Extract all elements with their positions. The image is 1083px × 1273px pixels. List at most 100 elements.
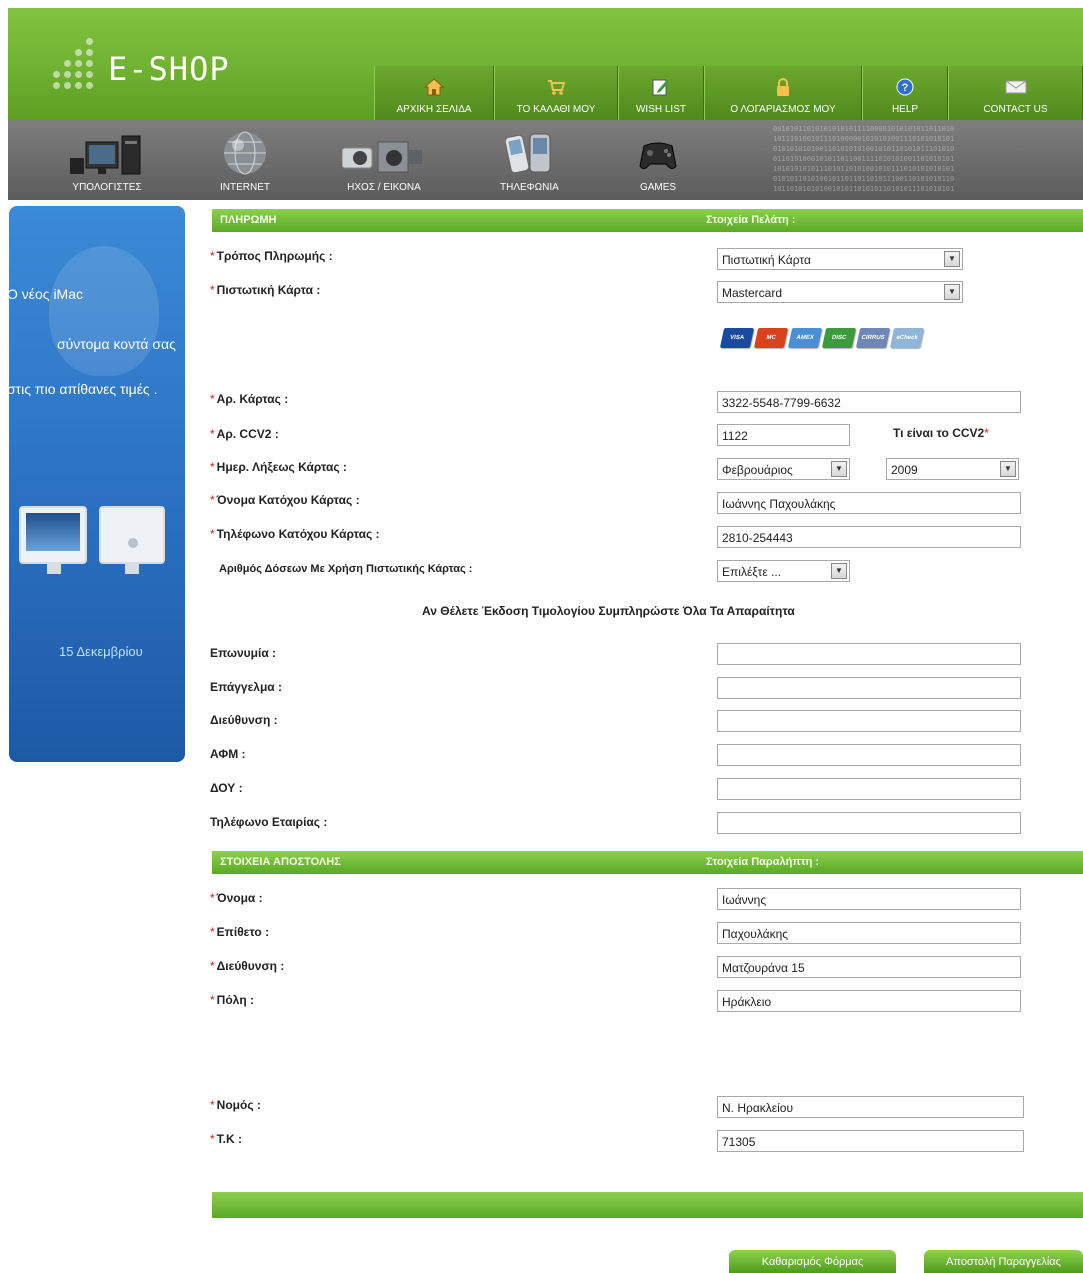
zip-label: * Τ.Κ :: [210, 1132, 243, 1146]
payment-section-header: ΠΛΗΡΩΜΗ Στοιχεία Πελάτη :: [212, 209, 1083, 232]
shipping-address-field[interactable]: Ματζουράνα 15: [717, 956, 1021, 978]
installments-label: Αριθμός Δόσεων Με Χρήση Πιστωτικής Κάρτα…: [219, 563, 473, 575]
nav-contact[interactable]: CONTACT US: [948, 66, 1083, 120]
banner-line3: στις πιο απίθανες τιμές .: [9, 381, 158, 397]
credit-card-select[interactable]: Mastercard ▼: [717, 281, 963, 303]
vat-field[interactable]: [717, 744, 1021, 766]
edit-icon: [650, 77, 672, 97]
category-audio-video[interactable]: ΗΧΟΣ / ΕΙΚΟΝΑ: [342, 132, 426, 193]
nav-help[interactable]: ? HELP: [862, 66, 948, 120]
holder-phone-field[interactable]: 2810-254443: [717, 526, 1021, 548]
expiry-year-value: 2009: [891, 463, 918, 477]
payment-method-select[interactable]: Πιστωτική Κάρτα ▼: [717, 248, 963, 270]
nav-account-label: Ο ΛΟΓΑΡΙΑΣΜΟΣ ΜΟΥ: [730, 104, 836, 115]
invoice-note: Αν Θέλετε Έκδοση Τιμολογίου Συμπληρώστε …: [422, 604, 795, 618]
imac-front-image: [19, 506, 87, 574]
category-computers[interactable]: ΥΠΟΛΟΓΙΣΤΕΣ: [70, 132, 144, 193]
shipping-subtitle: Στοιχεία Παραλήπτη :: [706, 856, 820, 868]
chevron-down-icon: ▼: [944, 251, 960, 267]
lock-icon: [772, 77, 794, 97]
chevron-down-icon: ▼: [1000, 461, 1016, 477]
visa-card-icon: VISA: [719, 328, 755, 348]
imac-back-image: [99, 506, 165, 574]
credit-card-label: * Πιστωτική Κάρτα :: [210, 283, 321, 297]
company-label: Επωνυμία :: [210, 646, 277, 660]
nav-cart[interactable]: ΤΟ ΚΑΛΑΘΙ ΜΟΥ: [494, 66, 618, 120]
category-computers-label: ΥΠΟΛΟΓΙΣΤΕΣ: [72, 182, 142, 193]
installments-select[interactable]: Επιλέξτε ... ▼: [717, 560, 850, 582]
submit-order-button[interactable]: Αποστολή Παραγγελίας: [924, 1250, 1083, 1273]
card-logos: VISA MC AMEX DISC CIRRUS eCheck: [719, 328, 925, 348]
nav-contact-label: CONTACT US: [983, 104, 1048, 115]
company-phone-label: Τηλέφωνο Εταιρίας :: [210, 815, 328, 829]
profession-field[interactable]: [717, 677, 1021, 699]
help-icon: ?: [894, 77, 916, 97]
company-phone-field[interactable]: [717, 812, 1021, 834]
nav-cart-label: ΤΟ ΚΑΛΑΘΙ ΜΟΥ: [516, 104, 596, 115]
promo-banner[interactable]: Ο νέος iMac σύντομα κοντά σας στις πιο α…: [9, 206, 185, 762]
payment-subtitle: Στοιχεία Πελάτη :: [706, 214, 796, 226]
footer-bar: [212, 1192, 1083, 1218]
banner-date: 15 Δεκεμβρίου: [59, 644, 143, 659]
category-games[interactable]: GAMES: [636, 132, 680, 193]
nav-wishlist[interactable]: WISH LIST: [618, 66, 704, 120]
city-label: * Πόλη :: [210, 993, 255, 1007]
nav-help-label: HELP: [891, 104, 919, 115]
category-audio-video-label: ΗΧΟΣ / ΕΙΚΟΝΑ: [347, 182, 421, 193]
expiry-month-value: Φεβρουάριος: [722, 463, 793, 477]
last-name-field[interactable]: Παχουλάκης: [717, 922, 1021, 944]
chevron-down-icon: ▼: [944, 284, 960, 300]
zip-field[interactable]: 71305: [717, 1130, 1024, 1152]
company-address-label: Διεύθυνση :: [210, 713, 278, 727]
first-name-field[interactable]: Ιωάννης: [717, 888, 1021, 910]
card-number-label: * Αρ. Κάρτας :: [210, 392, 289, 406]
echeck-card-icon: eCheck: [889, 328, 925, 348]
banner-line2: σύντομα κοντά σας: [57, 336, 176, 352]
holder-name-field[interactable]: Ιωάννης Παχουλάκης: [717, 492, 1021, 514]
profession-label: Επάγγελμα :: [210, 680, 282, 694]
clear-form-button[interactable]: Καθαρισμός Φόρμας: [729, 1250, 896, 1273]
installments-value: Επιλέξτε ...: [722, 565, 782, 579]
city-field[interactable]: Ηράκλειο: [717, 990, 1021, 1012]
payment-method-value: Πιστωτική Κάρτα: [722, 253, 811, 267]
first-name-label: * Όνομα :: [210, 891, 263, 905]
chevron-down-icon: ▼: [831, 461, 847, 477]
credit-card-value: Mastercard: [722, 286, 783, 300]
company-address-field[interactable]: [717, 710, 1021, 732]
apple-logo-icon: [49, 246, 159, 376]
binary-decoration: 0010101101010101010111100001010101011011…: [773, 125, 955, 193]
nav-home[interactable]: ΑΡΧΙΚΗ ΣΕΛΙΔΑ: [374, 66, 494, 120]
ccv-help-link[interactable]: Τι είναι το CCV2*: [893, 426, 991, 440]
shipping-address-label: * Διεύθυνση :: [210, 959, 285, 973]
company-field[interactable]: [717, 643, 1021, 665]
category-telephony[interactable]: ΤΗΛΕΦΩΝΙΑ: [500, 132, 559, 193]
cart-icon: [545, 77, 567, 97]
expiry-label: * Ημερ. Λήξεως Κάρτας :: [210, 460, 347, 474]
home-icon: [423, 77, 445, 97]
globe-icon: [222, 131, 268, 176]
expiry-year-select[interactable]: 2009 ▼: [886, 458, 1019, 480]
nav-account[interactable]: Ο ΛΟΓΑΡΙΑΣΜΟΣ ΜΟΥ: [704, 66, 862, 120]
banner-line1: Ο νέος iMac: [9, 286, 84, 302]
svg-text:?: ?: [902, 82, 909, 94]
holder-phone-label: * Τηλέφωνο Κατόχου Κάρτας :: [210, 527, 380, 541]
top-nav: ΑΡΧΙΚΗ ΣΕΛΙΔΑ ΤΟ ΚΑΛΑΘΙ ΜΟΥ WISH LIST Ο …: [374, 66, 1083, 120]
expiry-month-select[interactable]: Φεβρουάριος ▼: [717, 458, 850, 480]
ccv-field[interactable]: 1122: [717, 424, 850, 446]
category-internet-label: INTERNET: [220, 182, 270, 193]
category-telephony-label: ΤΗΛΕΦΩΝΙΑ: [500, 182, 559, 193]
logo[interactable]: E-SHOP: [46, 36, 276, 96]
last-name-label: * Επίθετο :: [210, 925, 270, 939]
category-internet[interactable]: INTERNET: [220, 131, 270, 193]
card-number-field[interactable]: 3322-5548-7799-6632: [717, 391, 1021, 413]
mastercard-icon: MC: [753, 328, 789, 348]
gamepad-icon: [636, 132, 680, 176]
category-games-label: GAMES: [639, 182, 677, 193]
tax-office-label: ΔΟΥ :: [210, 781, 243, 795]
page: E-SHOP ΑΡΧΙΚΗ ΣΕΛΙΔΑ ΤΟ ΚΑΛΑΘΙ ΜΟΥ WISH …: [0, 0, 1083, 1273]
tax-office-field[interactable]: [717, 778, 1021, 800]
shipping-section-header: ΣΤΟΙΧΕΙΑ ΑΠΟΣΤΟΛΗΣ Στοιχεία Παραλήπτη :: [212, 851, 1083, 874]
prefecture-field[interactable]: Ν. Ηρακλείου: [717, 1096, 1024, 1118]
nav-wishlist-label: WISH LIST: [635, 104, 686, 115]
nav-home-label: ΑΡΧΙΚΗ ΣΕΛΙΔΑ: [396, 104, 472, 115]
